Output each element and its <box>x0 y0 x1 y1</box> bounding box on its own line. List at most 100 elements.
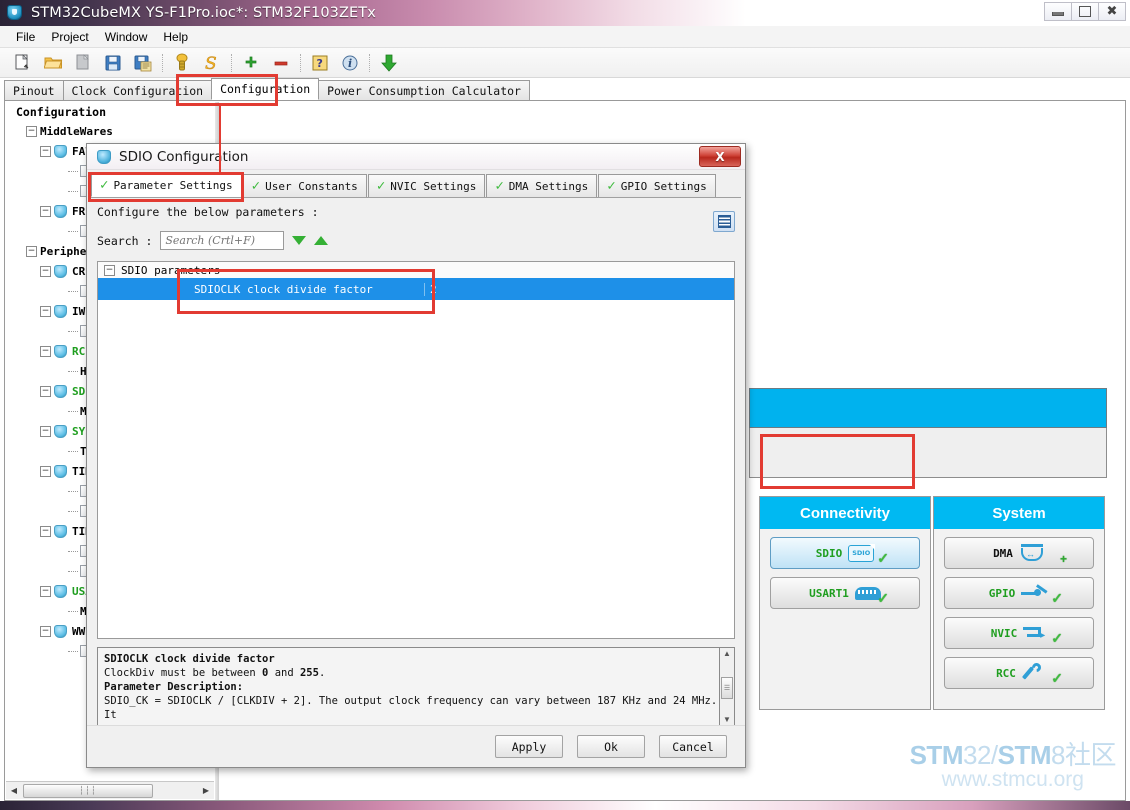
cancel-button[interactable]: Cancel <box>659 735 727 758</box>
toolbar-separator <box>162 53 163 72</box>
menu-window[interactable]: Window <box>97 28 156 46</box>
ok-button[interactable]: Ok <box>577 735 645 758</box>
description-scrollbar[interactable]: ▲ ☰ ▼ <box>719 647 735 727</box>
tree-item-middlewares[interactable]: − MiddleWares <box>6 121 214 141</box>
arrow-up-icon[interactable] <box>314 236 329 245</box>
tab-gpio-settings[interactable]: ✓ GPIO Settings <box>598 174 716 197</box>
parameter-group-label: SDIO parameters <box>121 263 221 277</box>
menu-help[interactable]: Help <box>155 28 196 46</box>
ip-button-dma-label: DMA <box>993 546 1013 560</box>
svg-text:i: i <box>348 57 352 70</box>
scroll-thumb[interactable]: ┆┆┆ <box>23 783 153 798</box>
dialog-body: Configure the below parameters : Search … <box>91 199 741 727</box>
apply-button[interactable]: Apply <box>495 735 563 758</box>
tab-gpio-settings-label: GPIO Settings <box>620 179 707 193</box>
tree-item-label: MiddleWares <box>40 124 113 138</box>
tree-expander-icon[interactable]: − <box>40 425 51 437</box>
green-check-icon: ✓ <box>495 177 504 194</box>
tree-expander-icon[interactable]: − <box>40 205 51 217</box>
list-view-icon[interactable] <box>713 211 735 232</box>
close-button[interactable]: ✖ <box>1098 2 1126 21</box>
ip-shield-icon <box>54 584 67 598</box>
open-project-icon[interactable] <box>42 52 64 74</box>
tree-expander-icon[interactable]: − <box>26 245 37 257</box>
tree-connector-line <box>68 510 78 512</box>
plus-badge-icon: + <box>1059 552 1067 566</box>
parameter-group-header[interactable]: − SDIO parameters <box>98 262 734 278</box>
background-gray-strip <box>749 428 1107 478</box>
save-icon[interactable] <box>102 52 124 74</box>
ip-button-nvic[interactable]: NVIC ▸ ✓ <box>944 617 1094 649</box>
dialog-titlebar: SDIO Configuration X <box>87 144 745 170</box>
tree-expander-icon[interactable]: − <box>40 465 51 477</box>
ip-shield-icon <box>54 624 67 638</box>
scroll-up-arrow[interactable]: ▲ <box>723 648 731 660</box>
scroll-thumb[interactable]: ☰ <box>721 677 733 699</box>
ip-button-usart1[interactable]: USART1 ✓ <box>770 577 920 609</box>
search-input[interactable] <box>160 231 285 250</box>
tree-expander-icon[interactable]: − <box>40 585 51 597</box>
dialog-shield-icon <box>97 149 111 164</box>
tree-expander-icon[interactable]: − <box>40 345 51 357</box>
dialog-close-button[interactable]: X <box>699 146 741 167</box>
save-as-icon[interactable] <box>132 52 154 74</box>
ip-button-gpio[interactable]: GPIO ✓ <box>944 577 1094 609</box>
parameter-description-box: SDIOCLK clock divide factor ClockDiv mus… <box>97 647 735 727</box>
menu-project[interactable]: Project <box>43 28 96 46</box>
ip-group-system-header: System <box>934 497 1104 529</box>
tree-expander-icon[interactable]: − <box>40 265 51 277</box>
maximize-button[interactable] <box>1071 2 1099 21</box>
tree-expander-icon[interactable]: − <box>40 625 51 637</box>
help-icon[interactable]: ? <box>309 52 331 74</box>
ip-group-system: System DMA ↔ + GPIO ✓ NVIC ▸ ✓ RCC ✓ <box>933 496 1105 710</box>
ip-group-connectivity: Connectivity SDIO SDIO ✓ USART1 ✓ <box>759 496 931 710</box>
tree-horizontal-scrollbar[interactable]: ◀ ┆┆┆ ▶ <box>6 781 214 799</box>
table-row[interactable]: SDIOCLK clock divide factor 2 <box>98 278 734 300</box>
tab-pinout[interactable]: Pinout <box>4 80 64 100</box>
configure-instruction: Configure the below parameters : <box>97 205 319 219</box>
tree-expander-icon[interactable]: − <box>40 305 51 317</box>
ip-button-rcc[interactable]: RCC ✓ <box>944 657 1094 689</box>
parameter-name: SDIOCLK clock divide factor <box>194 282 373 296</box>
dialog-footer: Apply Ok Cancel <box>87 725 745 767</box>
tab-clock-configuration[interactable]: Clock Configuration <box>62 80 213 100</box>
tab-dma-settings-label: DMA Settings <box>508 179 589 193</box>
tree-expander-icon[interactable]: − <box>40 525 51 537</box>
collapse-expander-icon[interactable]: − <box>104 264 115 276</box>
tree-connector-line <box>68 650 78 652</box>
tab-user-constants[interactable]: ✓ User Constants <box>242 174 367 197</box>
about-icon[interactable]: i <box>339 52 361 74</box>
watermark-line-1: STM32/STM8社区 <box>909 740 1117 770</box>
green-check-icon: ✓ <box>877 590 889 606</box>
scroll-right-arrow[interactable]: ▶ <box>198 783 214 799</box>
ip-shield-icon <box>54 204 67 218</box>
ip-button-dma[interactable]: DMA ↔ + <box>944 537 1094 569</box>
new-project-icon[interactable] <box>12 52 34 74</box>
tab-power-consumption-calculator[interactable]: Power Consumption Calculator <box>318 80 530 100</box>
tree-title: Configuration <box>16 105 107 119</box>
rcc-wrench-icon <box>1021 661 1043 683</box>
scroll-left-arrow[interactable]: ◀ <box>6 783 22 799</box>
app-shield-icon <box>7 5 23 21</box>
arrow-down-icon[interactable] <box>292 236 307 245</box>
generate-code-icon[interactable] <box>171 52 193 74</box>
zoom-out-icon[interactable] <box>270 52 292 74</box>
green-check-icon: ✓ <box>607 177 616 194</box>
minimize-button[interactable] <box>1044 2 1072 21</box>
close-project-icon <box>72 52 94 74</box>
ip-button-sdio-label: SDIO <box>815 546 843 560</box>
tab-nvic-settings[interactable]: ✓ NVIC Settings <box>367 174 486 197</box>
zoom-in-icon[interactable] <box>240 52 262 74</box>
menu-file[interactable]: File <box>8 28 43 46</box>
tab-parameter-settings[interactable]: ✓ Parameter Settings <box>91 174 242 197</box>
parameter-table[interactable]: − SDIO parameters SDIOCLK clock divide f… <box>97 261 735 639</box>
ip-button-sdio[interactable]: SDIO SDIO ✓ <box>770 537 920 569</box>
tree-expander-icon[interactable]: − <box>40 385 51 397</box>
parameter-value[interactable]: 2 <box>424 282 734 296</box>
tab-dma-settings[interactable]: ✓ DMA Settings <box>486 174 598 197</box>
tree-expander-icon[interactable]: − <box>40 145 51 157</box>
generate-report-icon[interactable]: S <box>201 52 223 74</box>
tab-configuration[interactable]: Configuration <box>211 78 320 100</box>
update-icon[interactable] <box>378 52 400 74</box>
tree-expander-icon[interactable]: − <box>26 125 37 137</box>
